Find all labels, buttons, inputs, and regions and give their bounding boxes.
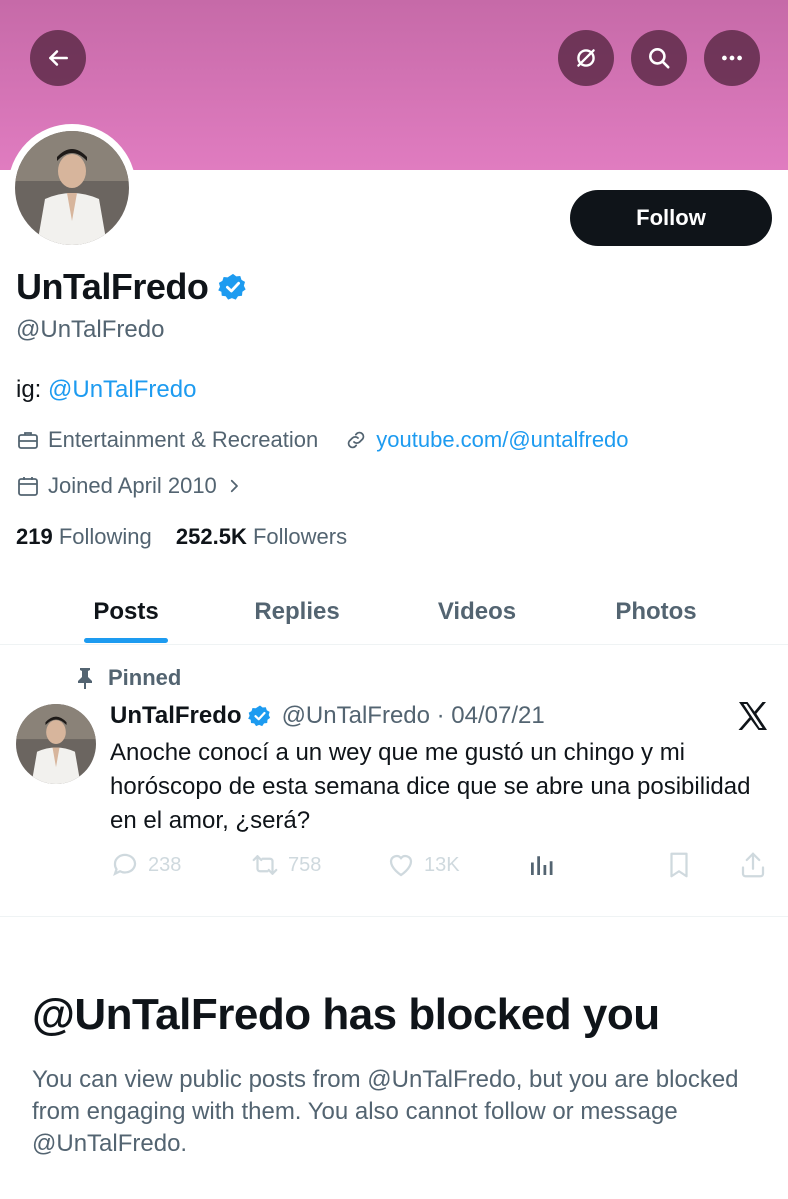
search-button[interactable] bbox=[631, 30, 687, 86]
follow-button[interactable]: Follow bbox=[570, 190, 772, 246]
briefcase-icon bbox=[16, 428, 40, 452]
post-text: Anoche conocí a un wey que me gustó un c… bbox=[110, 739, 751, 834]
followers-count: 252.5K bbox=[175, 524, 247, 549]
repost-button[interactable]: 758 bbox=[250, 850, 321, 880]
profile-website-link[interactable]: youtube.com/@untalfredo bbox=[376, 427, 628, 453]
followers-link[interactable]: 252.5K Followers bbox=[176, 524, 347, 549]
reply-icon bbox=[113, 853, 137, 876]
eye-slash-icon bbox=[577, 49, 595, 67]
post-avatar[interactable] bbox=[16, 704, 96, 784]
avatar[interactable] bbox=[15, 131, 129, 245]
profile-tabs: Posts Replies Videos Photos bbox=[0, 580, 788, 645]
profile-meta-row: Entertainment & Recreation youtube.com/@… bbox=[16, 427, 629, 453]
active-tab-indicator bbox=[84, 638, 168, 643]
post-header: UnTalFredo @UnTalFredo · 04/07/21 bbox=[110, 702, 545, 730]
following-link[interactable]: 219 Following bbox=[16, 524, 152, 549]
chevron-right-icon bbox=[225, 477, 243, 495]
like-button[interactable]: 13K bbox=[386, 850, 460, 880]
section-divider bbox=[0, 916, 788, 917]
arrow-left-icon bbox=[49, 50, 68, 66]
profile-bio: ig: @UnTalFredo bbox=[16, 376, 196, 404]
post-actions: 238 758 13K bbox=[110, 850, 770, 884]
bookmark-icon bbox=[670, 852, 688, 878]
mute-button[interactable] bbox=[558, 30, 614, 86]
bio-prefix: ig: bbox=[16, 376, 49, 403]
post-meta: @UnTalFredo · 04/07/21 bbox=[281, 702, 545, 729]
back-button[interactable] bbox=[30, 30, 86, 86]
share-button[interactable] bbox=[738, 850, 768, 880]
views-button[interactable] bbox=[526, 850, 556, 880]
search-icon bbox=[649, 48, 670, 69]
following-count: 219 bbox=[16, 524, 53, 549]
profile-joined: Joined April 2010 bbox=[48, 473, 217, 498]
blocked-message: You can view public posts from @UnTalFre… bbox=[32, 1066, 739, 1157]
pinned-label: Pinned bbox=[108, 665, 182, 690]
tab-photos[interactable]: Photos bbox=[594, 580, 718, 644]
verified-badge-icon bbox=[218, 273, 246, 300]
tab-posts[interactable]: Posts bbox=[66, 580, 186, 644]
more-button[interactable] bbox=[704, 30, 760, 86]
share-icon bbox=[741, 852, 765, 878]
tab-videos[interactable]: Videos bbox=[416, 580, 538, 644]
profile-avatar-frame bbox=[8, 124, 136, 252]
reply-button[interactable]: 238 bbox=[110, 850, 181, 880]
repost-count: 758 bbox=[288, 853, 322, 876]
bookmark-button[interactable] bbox=[664, 850, 694, 880]
post-author-name[interactable]: UnTalFredo bbox=[110, 702, 242, 730]
pin-icon bbox=[78, 668, 92, 689]
analytics-icon bbox=[531, 856, 553, 875]
tab-replies[interactable]: Replies bbox=[232, 580, 362, 644]
link-icon bbox=[344, 428, 368, 452]
blocked-title: @UnTalFredo has blocked you bbox=[32, 990, 660, 1039]
profile-stats: 219 Following 252.5K Followers bbox=[16, 524, 347, 550]
more-icon bbox=[722, 55, 742, 61]
heart-icon bbox=[389, 854, 413, 877]
like-count: 13K bbox=[424, 853, 460, 876]
profile-handle: @UnTalFredo bbox=[16, 316, 165, 343]
profile-name: UnTalFredo bbox=[16, 266, 209, 307]
verified-badge-icon bbox=[247, 705, 270, 727]
pinned-label-row: Pinned bbox=[76, 665, 181, 691]
reply-count: 238 bbox=[148, 853, 182, 876]
profile-joined-row[interactable]: Joined April 2010 bbox=[16, 473, 251, 499]
following-label: Following bbox=[52, 524, 152, 549]
profile-name-row: UnTalFredo bbox=[16, 266, 248, 308]
x-logo-icon bbox=[738, 702, 767, 730]
profile-category: Entertainment & Recreation bbox=[48, 427, 319, 452]
followers-label: Followers bbox=[246, 524, 348, 549]
bio-link[interactable]: @UnTalFredo bbox=[48, 376, 196, 403]
calendar-icon bbox=[16, 474, 40, 498]
repost-icon bbox=[252, 855, 278, 875]
